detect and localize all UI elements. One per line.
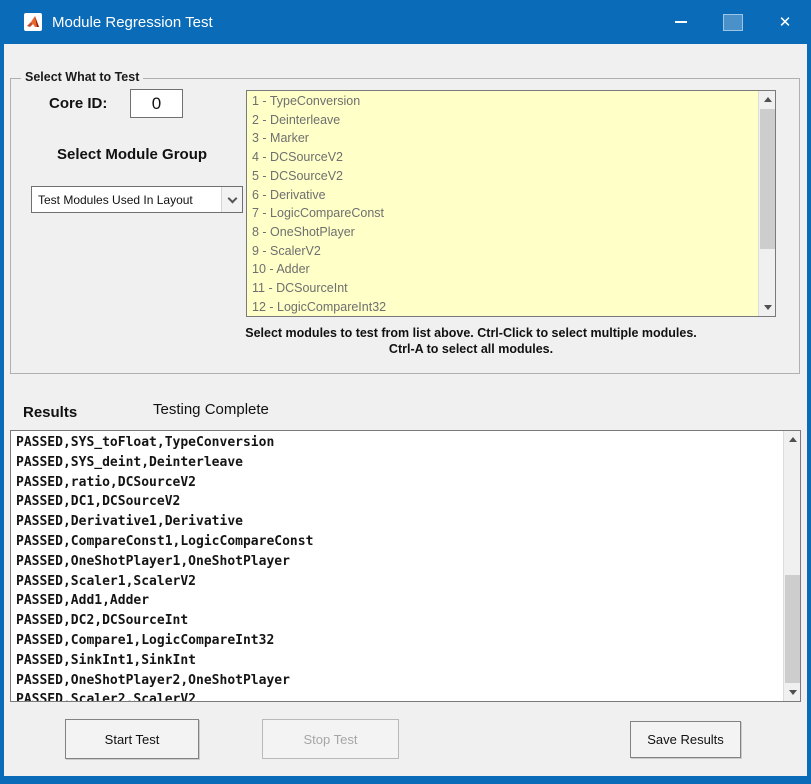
module-list-items: 1 - TypeConversion2 - Deinterleave3 - Ma… <box>247 92 758 316</box>
scroll-up-icon <box>764 97 772 102</box>
results-line[interactable]: PASSED,ratio,DCSourceV2 <box>16 473 782 493</box>
chevron-down-icon <box>227 193 237 203</box>
module-list-item[interactable]: 7 - LogicCompareConst <box>252 204 758 223</box>
panel-title: Select What to Test <box>21 70 143 84</box>
window-controls: ✕ <box>655 0 811 44</box>
app-window: Module Regression Test ✕ Select What to … <box>0 0 811 784</box>
save-results-button[interactable]: Save Results <box>630 721 741 758</box>
module-group-label: Select Module Group <box>57 146 207 163</box>
module-list-item[interactable]: 4 - DCSourceV2 <box>252 148 758 167</box>
module-list-item[interactable]: 10 - Adder <box>252 260 758 279</box>
results-line[interactable]: PASSED,OneShotPlayer2,OneShotPlayer <box>16 671 782 691</box>
maximize-button[interactable] <box>707 0 759 44</box>
scroll-down-icon <box>789 690 797 695</box>
scrollbar-thumb[interactable] <box>785 575 800 683</box>
results-line[interactable]: PASSED,SYS_deint,Deinterleave <box>16 453 782 473</box>
dropdown-arrow-zone[interactable] <box>221 187 242 212</box>
instructions-line-2: Ctrl-A to select all modules. <box>161 341 781 357</box>
save-results-label: Save Results <box>647 732 724 747</box>
minimize-icon <box>675 21 687 23</box>
results-scrollbar[interactable] <box>783 431 800 701</box>
results-line[interactable]: PASSED,DC2,DCSourceInt <box>16 611 782 631</box>
title-bar[interactable]: Module Regression Test ✕ <box>0 0 811 44</box>
scroll-up-button[interactable] <box>759 91 776 108</box>
results-lines: PASSED,SYS_toFloat,TypeConversionPASSED,… <box>11 433 782 701</box>
start-test-button[interactable]: Start Test <box>65 719 199 759</box>
results-line[interactable]: PASSED,Add1,Adder <box>16 591 782 611</box>
select-what-to-test-panel: Select What to Test Core ID: Select Modu… <box>10 78 800 374</box>
module-list-item[interactable]: 12 - LogicCompareInt32 <box>252 298 758 316</box>
results-line[interactable]: PASSED,Scaler1,ScalerV2 <box>16 572 782 592</box>
module-list-item[interactable]: 5 - DCSourceV2 <box>252 167 758 186</box>
core-id-label: Core ID: <box>49 95 107 112</box>
module-list-item[interactable]: 6 - Derivative <box>252 186 758 205</box>
module-list-item[interactable]: 3 - Marker <box>252 129 758 148</box>
window-title: Module Regression Test <box>52 14 213 31</box>
close-button[interactable]: ✕ <box>759 0 811 44</box>
start-test-label: Start Test <box>105 732 160 747</box>
results-line[interactable]: PASSED,DC1,DCSourceV2 <box>16 492 782 512</box>
module-list-item[interactable]: 8 - OneShotPlayer <box>252 223 758 242</box>
module-select-instructions: Select modules to test from list above. … <box>161 325 781 357</box>
scroll-up-button[interactable] <box>784 431 801 448</box>
results-line[interactable]: PASSED,Compare1,LogicCompareInt32 <box>16 631 782 651</box>
results-line[interactable]: PASSED,Derivative1,Derivative <box>16 512 782 532</box>
maximize-icon <box>723 14 743 31</box>
results-line[interactable]: PASSED,SYS_toFloat,TypeConversion <box>16 433 782 453</box>
results-line[interactable]: PASSED,OneShotPlayer1,OneShotPlayer <box>16 552 782 572</box>
module-list-item[interactable]: 1 - TypeConversion <box>252 92 758 111</box>
matlab-icon <box>24 13 42 31</box>
testing-status-text: Testing Complete <box>153 401 269 418</box>
results-line[interactable]: PASSED,SinkInt1,SinkInt <box>16 651 782 671</box>
module-group-dropdown[interactable]: Test Modules Used In Layout <box>31 186 243 213</box>
scroll-down-button[interactable] <box>759 299 776 316</box>
minimize-button[interactable] <box>655 0 707 44</box>
module-group-selected-value: Test Modules Used In Layout <box>32 193 221 207</box>
results-line[interactable]: PASSED,Scaler2,ScalerV2 <box>16 690 782 701</box>
module-listbox[interactable]: 1 - TypeConversion2 - Deinterleave3 - Ma… <box>246 90 776 317</box>
scroll-down-button[interactable] <box>784 684 801 701</box>
module-list-scrollbar[interactable] <box>758 91 775 316</box>
client-area: Select What to Test Core ID: Select Modu… <box>4 44 807 776</box>
results-line[interactable]: PASSED,CompareConst1,LogicCompareConst <box>16 532 782 552</box>
core-id-input[interactable] <box>130 89 183 118</box>
module-list-item[interactable]: 11 - DCSourceInt <box>252 279 758 298</box>
instructions-line-1: Select modules to test from list above. … <box>161 325 781 341</box>
close-icon: ✕ <box>779 13 792 31</box>
module-list-item[interactable]: 2 - Deinterleave <box>252 111 758 130</box>
results-label: Results <box>23 404 77 421</box>
results-listbox[interactable]: PASSED,SYS_toFloat,TypeConversionPASSED,… <box>10 430 801 702</box>
stop-test-button: Stop Test <box>262 719 399 759</box>
scroll-up-icon <box>789 437 797 442</box>
scrollbar-thumb[interactable] <box>760 109 775 249</box>
module-list-item[interactable]: 9 - ScalerV2 <box>252 242 758 261</box>
stop-test-label: Stop Test <box>304 732 358 747</box>
scroll-down-icon <box>764 305 772 310</box>
